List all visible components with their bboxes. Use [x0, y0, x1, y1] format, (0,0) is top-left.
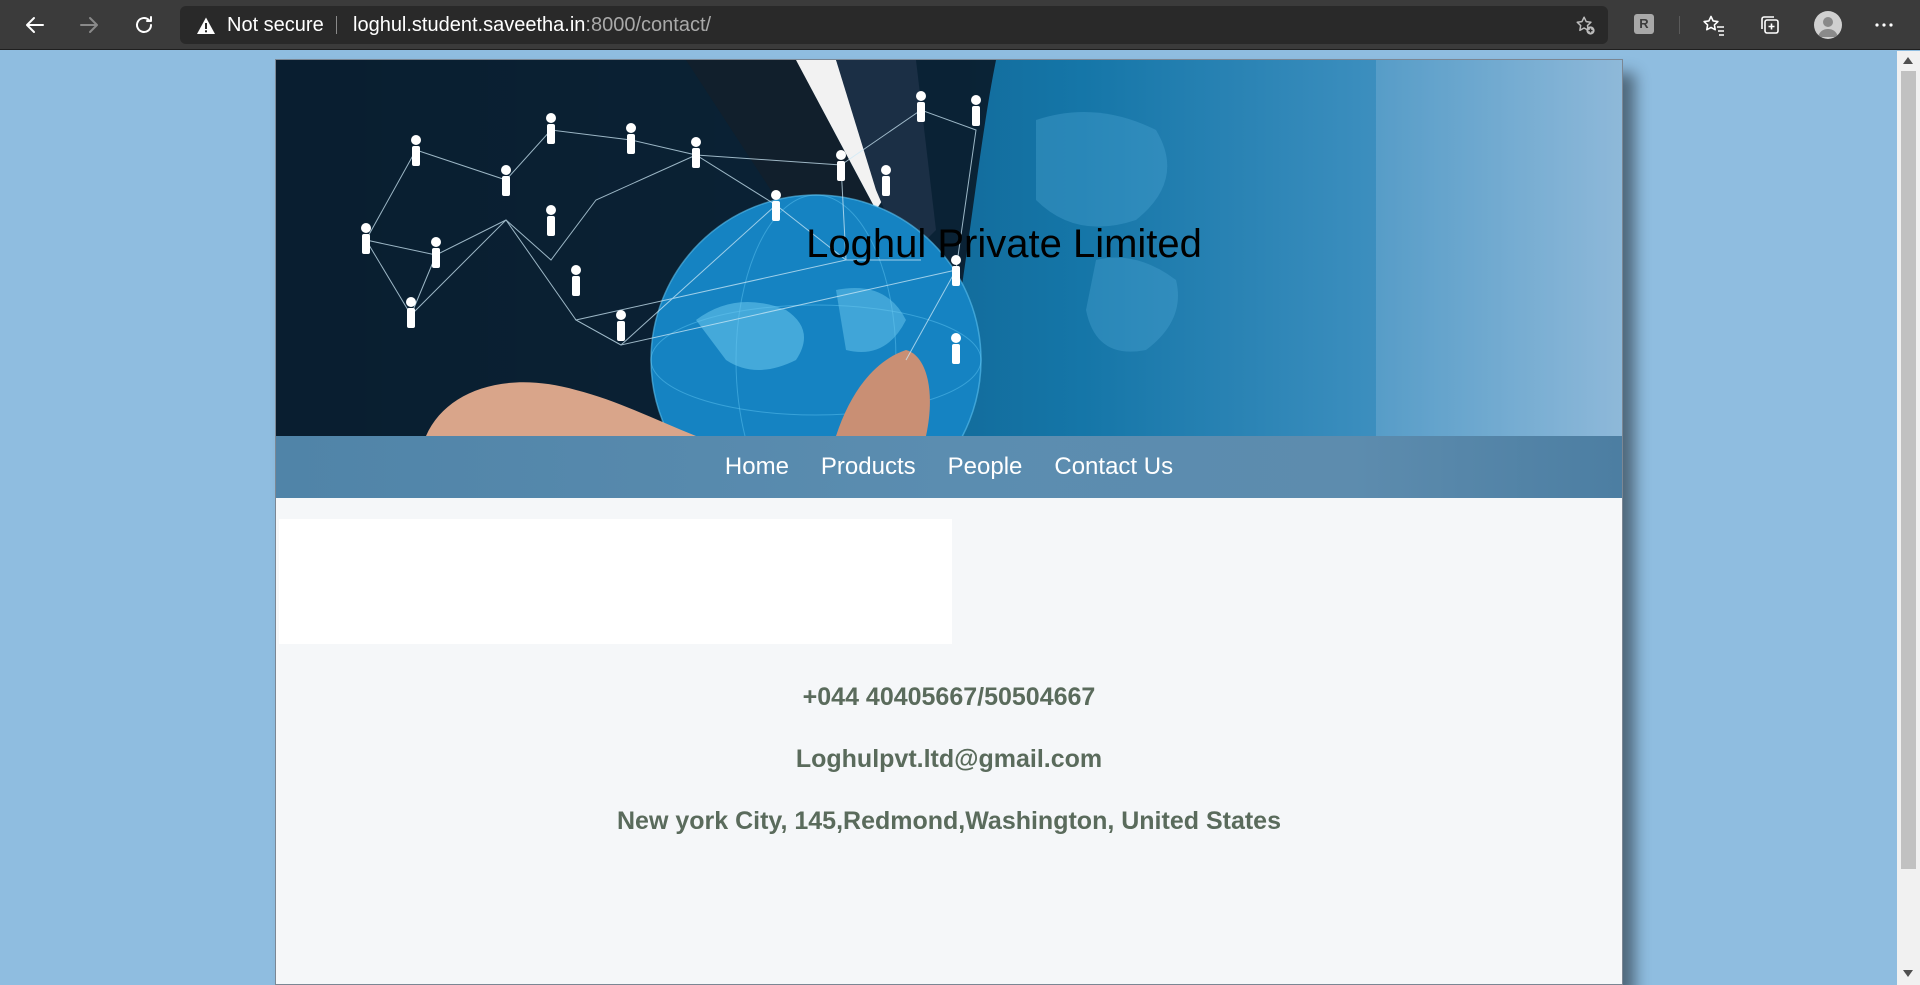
nav-products[interactable]: Products — [821, 453, 916, 481]
nav-people[interactable]: People — [948, 453, 1023, 481]
address-bar[interactable]: Not secure loghul.student.saveetha.in:80… — [180, 6, 1608, 44]
contact-phone: +044 40405667/50504667 — [802, 683, 1096, 711]
favorites-icon — [1703, 15, 1724, 36]
scroll-up-arrow-icon[interactable] — [1903, 57, 1913, 64]
collections-button[interactable] — [1758, 13, 1782, 37]
more-options-icon — [1875, 23, 1893, 27]
vertical-scrollbar[interactable] — [1897, 51, 1920, 985]
refresh-icon — [136, 16, 152, 33]
extension-icon[interactable]: R — [1634, 14, 1654, 34]
toolbar-separator — [1679, 16, 1680, 34]
scroll-thumb[interactable] — [1901, 71, 1916, 869]
refresh-button[interactable] — [125, 6, 163, 44]
nav-home[interactable]: Home — [725, 453, 789, 481]
url-path: :8000/contact/ — [585, 14, 712, 36]
address-divider — [336, 16, 337, 34]
url-host: loghul.student.saveetha.in — [353, 14, 586, 36]
contact-email: Loghulpvt.ltd@gmail.com — [795, 745, 1103, 773]
blank-content-panel — [279, 519, 952, 644]
scroll-down-arrow-icon[interactable] — [1903, 970, 1913, 977]
add-favorite-icon[interactable] — [1574, 14, 1596, 36]
back-button[interactable] — [16, 6, 54, 44]
collections-icon — [1761, 16, 1779, 34]
browser-toolbar: Not secure loghul.student.saveetha.in:80… — [0, 0, 1920, 50]
site-container: Loghul Private Limited Home Products Peo… — [275, 59, 1623, 985]
security-status-label[interactable]: Not secure — [227, 6, 324, 44]
contact-address: New york City, 145,Redmond,Washington, U… — [617, 807, 1281, 835]
company-title: Loghul Private Limited — [806, 222, 1202, 266]
forward-arrow-icon — [80, 17, 98, 33]
url-text[interactable]: loghul.student.saveetha.in:8000/contact/ — [353, 6, 711, 44]
warning-icon — [197, 17, 215, 34]
nav-contact-us[interactable]: Contact Us — [1054, 453, 1173, 481]
forward-button[interactable] — [70, 6, 108, 44]
favorites-button[interactable] — [1702, 13, 1726, 37]
main-navigation: Home Products People Contact Us — [276, 436, 1622, 498]
back-arrow-icon — [26, 17, 44, 33]
more-options-button[interactable] — [1872, 13, 1896, 37]
profile-avatar-icon[interactable] — [1814, 11, 1842, 39]
header-banner: Loghul Private Limited — [276, 60, 1622, 436]
